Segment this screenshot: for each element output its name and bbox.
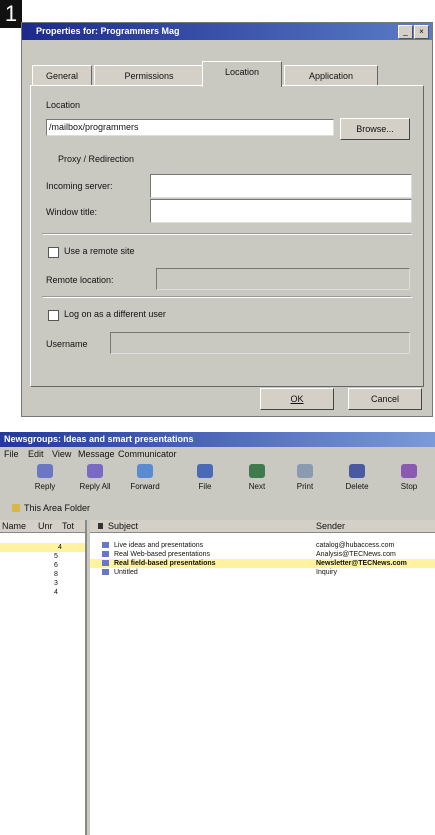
folder-unread-count: 8 (54, 571, 58, 578)
thread-icon (98, 523, 103, 529)
close-button[interactable]: × (414, 25, 429, 39)
incoming-server-input[interactable] (150, 174, 412, 198)
reply-icon (37, 464, 53, 478)
reply-all-button[interactable]: Reply All (78, 464, 112, 500)
folder-row[interactable]: 3 (0, 579, 85, 588)
tab-location[interactable]: Location (202, 61, 282, 87)
reply-all-icon (87, 464, 103, 478)
message-icon (102, 569, 109, 575)
remote-location-label: Remote location: (46, 275, 114, 285)
message-subject: Real Web-based presentations (114, 551, 210, 558)
tab-permissions[interactable]: Permissions (94, 65, 204, 86)
file-icon (197, 464, 213, 478)
message-list: Live ideas and presentations catalog@huba… (90, 541, 435, 577)
window-title-input[interactable] (150, 199, 412, 223)
location-input[interactable]: /mailbox/programmers (46, 119, 334, 136)
folder-unread-count: 3 (54, 580, 58, 587)
message-icon (102, 551, 109, 557)
folder-row[interactable]: 5 (0, 552, 85, 561)
message-row[interactable]: Real Web-based presentations Analysis@TEC… (90, 550, 435, 559)
tab-general[interactable]: General (32, 65, 92, 86)
message-row[interactable]: Untitled Inquiry (90, 568, 435, 577)
incoming-server-label: Incoming server: (46, 181, 113, 191)
print-icon (297, 464, 313, 478)
remote-location-input[interactable] (156, 268, 410, 290)
minimize-button[interactable]: _ (398, 25, 413, 39)
different-user-label: Log on as a different user (64, 309, 166, 319)
stop-button[interactable]: Stop (392, 464, 426, 500)
dialog-title: Properties for: Programmers Mag (36, 26, 180, 36)
forward-icon (137, 464, 153, 478)
message-sender: Inquiry (316, 569, 338, 576)
area-folder-label: This Area Folder (24, 503, 91, 513)
message-column-header: Subject Sender (90, 520, 435, 533)
folder-row[interactable]: 6 (0, 561, 85, 570)
cancel-button[interactable]: Cancel (348, 388, 422, 410)
message-subject: Untitled (114, 569, 138, 576)
message-pane[interactable]: Subject Sender Live ideas and presentati… (90, 520, 435, 835)
reply-button[interactable]: Reply (28, 464, 62, 500)
delete-icon (349, 464, 365, 478)
divider (42, 233, 412, 235)
column-total[interactable]: Tot (62, 520, 74, 532)
next-icon (249, 464, 265, 478)
remote-site-checkbox[interactable] (48, 247, 59, 258)
message-sender: catalog@hubaccess.com (316, 542, 395, 549)
folder-list: 456834 (0, 543, 85, 597)
username-input[interactable] (110, 332, 410, 354)
folder-unread-count: 6 (54, 562, 58, 569)
folder-row[interactable]: 4 (0, 588, 85, 597)
window-title-label: Window title: (46, 207, 98, 217)
message-icon (102, 542, 109, 548)
menu-edit[interactable]: Edit (28, 447, 44, 461)
browse-button[interactable]: Browse... (340, 118, 410, 140)
window-title: Newsgroups: Ideas and smart presentation… (0, 432, 435, 447)
next-button[interactable]: Next (240, 464, 274, 500)
folder-unread-count: 4 (54, 589, 58, 596)
menu-file[interactable]: File (4, 447, 19, 461)
message-row[interactable]: Live ideas and presentations catalog@huba… (90, 541, 435, 550)
message-sender: Analysis@TECNews.com (316, 551, 396, 558)
folder-row[interactable]: 4 (0, 543, 85, 552)
folder-pane[interactable]: Name Unr Tot 456834 (0, 520, 87, 835)
message-sender: Newsletter@TECNews.com (316, 560, 407, 567)
properties-dialog: Properties for: Programmers Mag _ × Gene… (21, 22, 433, 417)
proxy-group-label: Proxy / Redirection (58, 154, 135, 164)
menu-communicator[interactable]: Communicator (118, 447, 177, 461)
print-button[interactable]: Print (288, 464, 322, 500)
message-subject: Live ideas and presentations (114, 542, 204, 549)
username-label: Username (46, 339, 88, 349)
dialog-title-bar: Properties for: Programmers Mag (22, 23, 432, 40)
folder-column-header: Name Unr Tot (0, 520, 85, 533)
folder-icon (12, 504, 20, 512)
message-icon (102, 560, 109, 566)
different-user-checkbox[interactable] (48, 310, 59, 321)
delete-button[interactable]: Delete (340, 464, 374, 500)
tab-application[interactable]: Application (284, 65, 378, 86)
message-row[interactable]: Real field-based presentations Newsletter… (90, 559, 435, 568)
folder-row[interactable]: 8 (0, 570, 85, 579)
folder-unread-count: 4 (58, 544, 62, 551)
menu-view[interactable]: View (52, 447, 71, 461)
forward-button[interactable]: Forward (128, 464, 162, 500)
stop-icon (401, 464, 417, 478)
ok-button[interactable]: OK (260, 388, 334, 410)
menu-message[interactable]: Message (78, 447, 115, 461)
step-number-badge: 1 (0, 0, 22, 28)
column-name[interactable]: Name (2, 520, 26, 532)
folder-unread-count: 5 (54, 553, 58, 560)
menu-bar: File Edit View Message Communicator (0, 447, 435, 461)
location-label: Location (46, 100, 81, 110)
column-unread[interactable]: Unr (38, 520, 53, 532)
column-subject[interactable]: Subject (108, 520, 138, 532)
column-sender[interactable]: Sender (316, 520, 345, 532)
remote-site-label: Use a remote site (64, 246, 135, 256)
divider (42, 296, 412, 298)
message-subject: Real field-based presentations (114, 560, 216, 567)
file-button[interactable]: File (188, 464, 222, 500)
newsgroup-window: Newsgroups: Ideas and smart presentation… (0, 432, 435, 835)
